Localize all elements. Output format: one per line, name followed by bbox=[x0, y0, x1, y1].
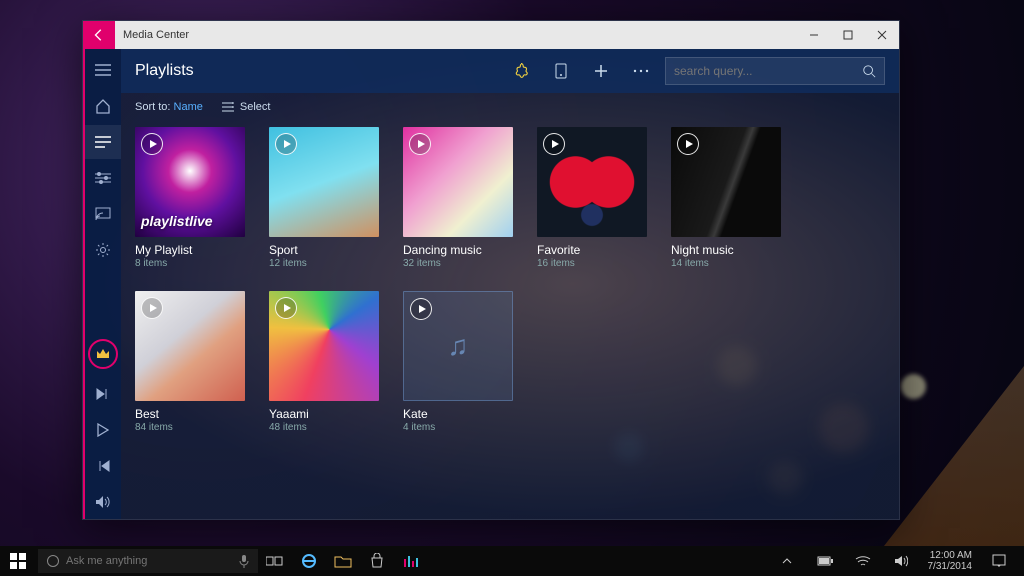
battery-icon[interactable] bbox=[808, 546, 842, 576]
sidebar bbox=[83, 49, 121, 519]
titlebar: Media Center bbox=[83, 21, 899, 49]
equalizer-icon[interactable] bbox=[84, 161, 122, 195]
previous-icon[interactable] bbox=[84, 449, 122, 483]
time: 12:00 AM bbox=[928, 550, 973, 561]
snap-icon[interactable] bbox=[505, 55, 537, 87]
playlist-card[interactable]: Best84 items bbox=[135, 291, 245, 433]
playlist-title: Dancing music bbox=[403, 243, 513, 257]
playlist-title: Kate bbox=[403, 407, 513, 421]
playlist-card[interactable]: Night music14 items bbox=[671, 127, 781, 269]
sort-value[interactable]: Name bbox=[174, 101, 203, 113]
playlist-count: 4 items bbox=[403, 422, 513, 433]
playlist-card[interactable]: Favorite16 items bbox=[537, 127, 647, 269]
play-overlay-icon[interactable] bbox=[543, 133, 565, 155]
playlist-thumbnail[interactable]: ♫ bbox=[403, 291, 513, 401]
close-button[interactable] bbox=[865, 21, 899, 49]
playlist-title: My Playlist bbox=[135, 243, 245, 257]
settings-icon[interactable] bbox=[84, 233, 122, 267]
playlists-icon[interactable] bbox=[83, 125, 121, 159]
playlist-count: 16 items bbox=[537, 258, 647, 269]
sort-label: Sort to: bbox=[135, 101, 170, 113]
playlist-thumbnail[interactable] bbox=[135, 291, 245, 401]
tray-chevron-icon[interactable] bbox=[770, 546, 804, 576]
task-view-icon[interactable] bbox=[258, 546, 292, 576]
search-icon bbox=[862, 64, 876, 78]
cast-icon[interactable] bbox=[84, 197, 122, 231]
app-window: Media Center Playlists bbox=[82, 20, 900, 520]
playlist-count: 14 items bbox=[671, 258, 781, 269]
select-label: Select bbox=[240, 101, 271, 113]
play-icon[interactable] bbox=[84, 413, 122, 447]
play-overlay-icon[interactable] bbox=[275, 297, 297, 319]
content-header: Playlists bbox=[121, 49, 899, 93]
next-inline-icon[interactable] bbox=[84, 377, 122, 411]
playlist-thumbnail[interactable] bbox=[671, 127, 781, 237]
system-tray: 12:00 AM 7/31/2014 bbox=[770, 546, 1024, 576]
date: 7/31/2014 bbox=[928, 561, 973, 572]
playlist-card[interactable]: ♫ Kate4 items bbox=[403, 291, 513, 433]
music-note-icon: ♫ bbox=[448, 330, 469, 362]
taskbar: 12:00 AM 7/31/2014 bbox=[0, 546, 1024, 576]
playlist-count: 84 items bbox=[135, 422, 245, 433]
thumbnail-overlay-text: playlistlive bbox=[141, 213, 213, 229]
cortana-input[interactable] bbox=[66, 555, 232, 567]
main-content: Playlists bbox=[121, 49, 899, 519]
search-box[interactable] bbox=[665, 57, 885, 85]
device-icon[interactable] bbox=[545, 55, 577, 87]
playlist-title: Sport bbox=[269, 243, 379, 257]
mic-icon[interactable] bbox=[238, 554, 250, 568]
playlist-title: Best bbox=[135, 407, 245, 421]
clock[interactable]: 12:00 AM 7/31/2014 bbox=[922, 550, 979, 572]
playlist-title: Yaaami bbox=[269, 407, 379, 421]
wifi-icon[interactable] bbox=[846, 546, 880, 576]
select-button[interactable]: Select bbox=[221, 101, 271, 113]
playlist-thumbnail[interactable] bbox=[269, 127, 379, 237]
playlist-count: 12 items bbox=[269, 258, 379, 269]
playlist-count: 48 items bbox=[269, 422, 379, 433]
tray-volume-icon[interactable] bbox=[884, 546, 918, 576]
store-icon[interactable] bbox=[360, 546, 394, 576]
playlist-card[interactable]: Sport12 items bbox=[269, 127, 379, 269]
play-overlay-icon[interactable] bbox=[275, 133, 297, 155]
play-overlay-icon[interactable] bbox=[141, 133, 163, 155]
search-input[interactable] bbox=[674, 64, 856, 78]
ie-icon[interactable] bbox=[292, 546, 326, 576]
play-overlay-icon[interactable] bbox=[410, 298, 432, 320]
playlist-thumbnail[interactable] bbox=[269, 291, 379, 401]
play-overlay-icon[interactable] bbox=[141, 297, 163, 319]
hamburger-icon[interactable] bbox=[84, 53, 122, 87]
playlist-count: 32 items bbox=[403, 258, 513, 269]
playlist-grid: playlistlive My Playlist8 items Sport12 it… bbox=[121, 121, 899, 519]
playlist-thumbnail[interactable]: playlistlive bbox=[135, 127, 245, 237]
crown-icon[interactable] bbox=[88, 339, 118, 369]
play-overlay-icon[interactable] bbox=[409, 133, 431, 155]
minimize-button[interactable] bbox=[797, 21, 831, 49]
cortana-icon bbox=[46, 554, 60, 568]
more-button[interactable] bbox=[625, 55, 657, 87]
maximize-button[interactable] bbox=[831, 21, 865, 49]
playlist-card[interactable]: Dancing music32 items bbox=[403, 127, 513, 269]
playlist-title: Favorite bbox=[537, 243, 647, 257]
explorer-icon[interactable] bbox=[326, 546, 360, 576]
back-button[interactable] bbox=[83, 21, 115, 49]
home-icon[interactable] bbox=[84, 89, 122, 123]
page-title: Playlists bbox=[135, 62, 497, 80]
cortana-search[interactable] bbox=[38, 549, 258, 573]
playlist-thumbnail[interactable] bbox=[537, 127, 647, 237]
add-button[interactable] bbox=[585, 55, 617, 87]
window-title: Media Center bbox=[115, 29, 797, 41]
playlist-title: Night music bbox=[671, 243, 781, 257]
playlist-card[interactable]: Yaaami48 items bbox=[269, 291, 379, 433]
volume-icon[interactable] bbox=[84, 485, 122, 519]
play-overlay-icon[interactable] bbox=[677, 133, 699, 155]
playlist-thumbnail[interactable] bbox=[403, 127, 513, 237]
playlist-card[interactable]: playlistlive My Playlist8 items bbox=[135, 127, 245, 269]
start-button[interactable] bbox=[0, 546, 36, 576]
app-task-icon[interactable] bbox=[394, 546, 428, 576]
notifications-icon[interactable] bbox=[982, 546, 1016, 576]
playlist-count: 8 items bbox=[135, 258, 245, 269]
sort-bar: Sort to: Name Select bbox=[121, 93, 899, 121]
